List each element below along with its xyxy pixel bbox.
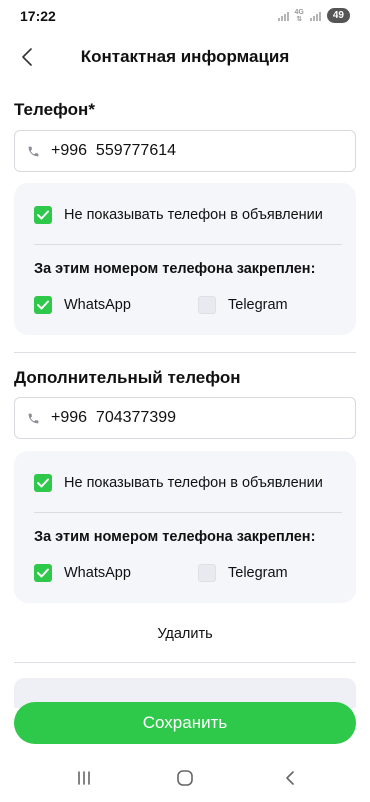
status-bar: 17:22 4G ⇅ 49 xyxy=(0,0,370,30)
hide-phone-checkbox[interactable]: Не показывать телефон в объявлении xyxy=(34,206,323,224)
card-divider xyxy=(34,512,342,513)
signal-icon-2 xyxy=(309,10,321,21)
extra-telegram-checkbox[interactable]: Telegram xyxy=(198,564,288,582)
checkbox-checked-icon xyxy=(34,564,52,582)
system-back-button[interactable] xyxy=(278,768,302,788)
phone-input[interactable] xyxy=(51,142,321,160)
phone-field[interactable] xyxy=(14,130,356,172)
checkbox-checked-icon xyxy=(34,206,52,224)
checkbox-empty-icon xyxy=(198,564,216,582)
delete-extra-phone-button[interactable]: Удалить xyxy=(0,626,370,642)
section-divider xyxy=(14,662,356,663)
telegram-label: Telegram xyxy=(228,297,288,313)
extra-hide-phone-checkbox[interactable]: Не показывать телефон в объявлении xyxy=(34,474,323,492)
save-button[interactable]: Сохранить xyxy=(14,702,356,744)
extra-phone-input[interactable] xyxy=(51,409,321,427)
data-arrows-icon: ⇅ xyxy=(296,15,303,23)
recent-apps-button[interactable] xyxy=(72,768,96,788)
system-nav-bar xyxy=(0,754,370,802)
extra-telegram-label: Telegram xyxy=(228,565,288,581)
whatsapp-label: WhatsApp xyxy=(64,297,131,313)
back-icon xyxy=(286,771,294,785)
page-title: Контактная информация xyxy=(80,47,290,66)
status-icons: 4G ⇅ 49 xyxy=(277,8,350,23)
extra-phone-field[interactable] xyxy=(14,397,356,439)
extra-phone-label: Дополнительный телефон xyxy=(14,368,241,387)
extra-linked-label: За этим номером телефона закреплен: xyxy=(34,529,316,545)
phone-icon xyxy=(27,411,41,425)
home-button[interactable] xyxy=(173,768,197,788)
network-indicator: 4G ⇅ xyxy=(295,9,304,23)
checkbox-checked-icon xyxy=(34,474,52,492)
checkbox-checked-icon xyxy=(34,296,52,314)
save-button-label: Сохранить xyxy=(142,713,228,732)
phone-label: Телефон* xyxy=(14,100,95,119)
extra-whatsapp-checkbox[interactable]: WhatsApp xyxy=(34,564,131,582)
network-type: 4G xyxy=(294,8,304,16)
status-time: 17:22 xyxy=(20,8,56,24)
extra-hide-phone-label: Не показывать телефон в объявлении xyxy=(64,475,323,491)
phone-options-card: Не показывать телефон в объявлении За эт… xyxy=(14,183,356,335)
home-icon xyxy=(177,770,193,786)
recent-apps-icon xyxy=(78,771,90,785)
signal-icon xyxy=(277,10,289,21)
section-divider xyxy=(14,352,356,353)
header: Контактная информация xyxy=(0,40,370,74)
linked-label: За этим номером телефона закреплен: xyxy=(34,261,316,277)
checkbox-empty-icon xyxy=(198,296,216,314)
phone-icon xyxy=(27,144,41,158)
extra-phone-options-card: Не показывать телефон в объявлении За эт… xyxy=(14,451,356,603)
battery-indicator: 49 xyxy=(326,8,350,23)
whatsapp-checkbox[interactable]: WhatsApp xyxy=(34,296,131,314)
extra-whatsapp-label: WhatsApp xyxy=(64,565,131,581)
telegram-checkbox[interactable]: Telegram xyxy=(198,296,288,314)
card-divider xyxy=(34,244,342,245)
hide-phone-label: Не показывать телефон в объявлении xyxy=(64,207,323,223)
